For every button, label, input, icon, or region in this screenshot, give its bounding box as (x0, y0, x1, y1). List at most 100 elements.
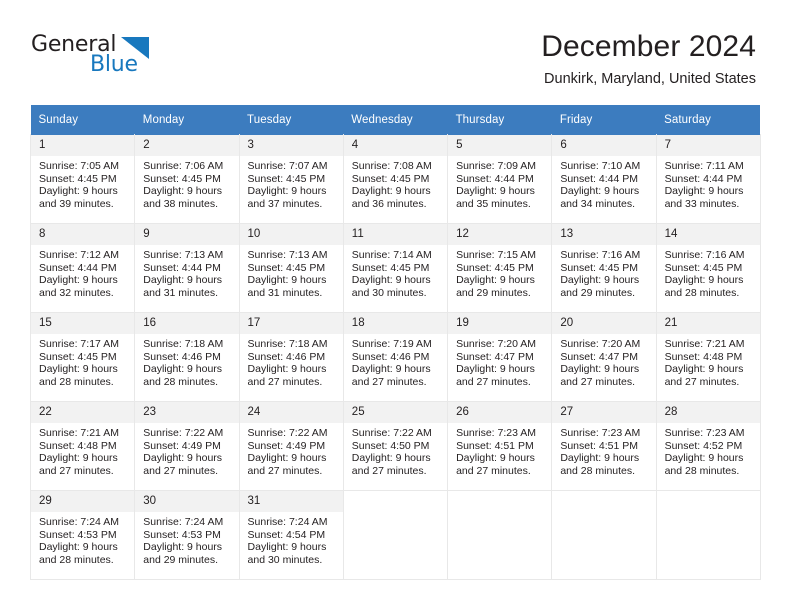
calendar-day-cell[interactable]: 9 Sunrise: 7:13 AM Sunset: 4:44 PM Daylight… (134, 223, 240, 313)
day-number: 26 (448, 402, 552, 423)
calendar-day-cell[interactable]: 27 Sunrise: 7:23 AM Sunset: 4:51 PM Dayligh… (551, 401, 657, 491)
sunset-time: Sunset: 4:45 PM (39, 172, 117, 185)
sunset-time: Sunset: 4:47 PM (456, 350, 534, 363)
calendar-day-cell[interactable]: 24 Sunrise: 7:22 AM Sunset: 4:49 PM Dayligh… (238, 401, 344, 491)
calendar-day-cell[interactable]: 1 Sunrise: 7:05 AM Sunset: 4:45 PM Daylight… (29, 134, 136, 224)
daylight-duration-line2: and 28 minutes. (664, 286, 740, 299)
calendar-day-cell[interactable]: 12 Sunrise: 7:15 AM Sunset: 4:45 PM Dayligh… (447, 223, 553, 313)
sunrise-time: Sunrise: 7:22 AM (247, 427, 328, 439)
calendar-day-cell[interactable]: 4 Sunrise: 7:08 AM Sunset: 4:45 PM Daylight… (342, 134, 449, 224)
day-details: Sunrise: 7:08 AM Sunset: 4:45 PM Daylight:… (344, 156, 447, 210)
calendar-day-cell[interactable]: 25 Sunrise: 7:22 AM Sunset: 4:50 PM Dayligh… (342, 401, 449, 491)
calendar-day-cell[interactable]: 26 Sunrise: 7:23 AM Sunset: 4:51 PM Dayligh… (447, 401, 553, 491)
day-number (448, 491, 552, 512)
calendar-day-cell[interactable]: 14 Sunrise: 7:16 AM Sunset: 4:45 PM Dayligh… (655, 223, 761, 313)
sunrise-time: Sunrise: 7:11 AM (664, 160, 744, 172)
day-details: Sunrise: 7:18 AM Sunset: 4:46 PM Daylight:… (240, 334, 343, 388)
daylight-duration-line2: and 29 minutes. (560, 286, 636, 299)
sunset-time: Sunset: 4:44 PM (664, 172, 743, 185)
calendar-day-cell[interactable]: 19 Sunrise: 7:20 AM Sunset: 4:47 PM Dayligh… (447, 312, 553, 402)
calendar-day-cell[interactable]: 3 Sunrise: 7:07 AM Sunset: 4:45 PM Daylight… (238, 134, 344, 224)
calendar-day-cell[interactable]: 23 Sunrise: 7:22 AM Sunset: 4:49 PM Dayligh… (134, 401, 240, 491)
sunset-time: Sunset: 4:49 PM (247, 439, 326, 452)
weekday-header-saturday: Saturday (656, 105, 761, 135)
sunset-time: Sunset: 4:46 PM (143, 350, 221, 363)
daylight-duration-line2: and 33 minutes. (664, 197, 740, 210)
daylight-duration-line1: Daylight: 9 hours (247, 541, 327, 554)
calendar-cell-empty (342, 490, 449, 580)
calendar-day-cell[interactable]: 8 Sunrise: 7:12 AM Sunset: 4:44 PM Daylight… (29, 223, 136, 313)
daylight-duration-line2: and 27 minutes. (456, 464, 531, 477)
sunrise-time: Sunrise: 7:16 AM (664, 249, 745, 261)
calendar-cell-empty (447, 490, 553, 580)
calendar-week-row: 29 Sunrise: 7:24 AM Sunset: 4:53 PM Dayligh… (29, 490, 761, 580)
daylight-duration-line2: and 29 minutes. (456, 286, 531, 299)
calendar-day-cell[interactable]: 22 Sunrise: 7:21 AM Sunset: 4:48 PM Dayligh… (29, 401, 136, 491)
day-number: 2 (135, 135, 239, 156)
calendar-day-cell[interactable]: 21 Sunrise: 7:21 AM Sunset: 4:48 PM Dayligh… (655, 312, 761, 402)
day-number: 16 (135, 313, 239, 334)
calendar-week-row: 22 Sunrise: 7:21 AM Sunset: 4:48 PM Dayligh… (29, 401, 761, 491)
sunset-time: Sunset: 4:46 PM (247, 350, 326, 363)
daylight-duration-line1: Daylight: 9 hours (456, 185, 535, 198)
sunrise-time: Sunrise: 7:18 AM (143, 338, 224, 350)
day-details: Sunrise: 7:10 AM Sunset: 4:44 PM Daylight:… (552, 156, 655, 210)
daylight-duration-line1: Daylight: 9 hours (39, 541, 118, 554)
weekday-header-thursday: Thursday (447, 105, 552, 135)
calendar-day-cell[interactable]: 20 Sunrise: 7:20 AM Sunset: 4:47 PM Dayligh… (551, 312, 657, 402)
calendar-day-cell[interactable]: 2 Sunrise: 7:06 AM Sunset: 4:45 PM Daylight… (134, 134, 240, 224)
day-details: Sunrise: 7:16 AM Sunset: 4:45 PM Daylight:… (552, 245, 655, 299)
sunset-time: Sunset: 4:45 PM (247, 172, 326, 185)
calendar-day-cell[interactable]: 15 Sunrise: 7:17 AM Sunset: 4:45 PM Dayligh… (29, 312, 136, 402)
sunset-time: Sunset: 4:44 PM (560, 172, 638, 185)
daylight-duration-line2: and 27 minutes. (351, 464, 427, 477)
sunset-time: Sunset: 4:54 PM (247, 528, 326, 541)
sunset-time: Sunset: 4:48 PM (39, 439, 117, 452)
day-details: Sunrise: 7:21 AM Sunset: 4:48 PM Daylight:… (657, 334, 760, 388)
calendar-day-cell[interactable]: 30 Sunrise: 7:24 AM Sunset: 4:53 PM Dayligh… (134, 490, 240, 580)
day-details: Sunrise: 7:20 AM Sunset: 4:47 PM Daylight:… (448, 334, 551, 388)
daylight-duration-line1: Daylight: 9 hours (560, 363, 640, 376)
calendar-day-cell[interactable]: 6 Sunrise: 7:10 AM Sunset: 4:44 PM Daylight… (551, 134, 657, 224)
daylight-duration-line2: and 29 minutes. (143, 553, 218, 566)
day-number (343, 491, 448, 512)
calendar-day-cell[interactable]: 17 Sunrise: 7:18 AM Sunset: 4:46 PM Dayligh… (238, 312, 344, 402)
day-details: Sunrise: 7:06 AM Sunset: 4:45 PM Daylight:… (135, 156, 238, 210)
calendar-day-cell[interactable]: 7 Sunrise: 7:11 AM Sunset: 4:44 PM Daylight… (655, 134, 761, 224)
daylight-duration-line1: Daylight: 9 hours (143, 541, 223, 554)
day-details: Sunrise: 7:14 AM Sunset: 4:45 PM Daylight:… (344, 245, 447, 299)
day-number: 22 (31, 402, 135, 423)
day-details: Sunrise: 7:17 AM Sunset: 4:45 PM Daylight:… (31, 334, 134, 388)
sunset-time: Sunset: 4:44 PM (143, 261, 221, 274)
calendar-day-cell[interactable]: 29 Sunrise: 7:24 AM Sunset: 4:53 PM Dayligh… (29, 490, 136, 580)
calendar-cell-empty (655, 490, 761, 580)
daylight-duration-line2: and 28 minutes. (560, 464, 636, 477)
day-details: Sunrise: 7:22 AM Sunset: 4:50 PM Daylight:… (344, 423, 447, 477)
sunset-time: Sunset: 4:52 PM (664, 439, 743, 452)
sunset-time: Sunset: 4:49 PM (143, 439, 221, 452)
weekday-header-friday: Friday (551, 105, 657, 135)
sunrise-time: Sunrise: 7:05 AM (39, 160, 119, 172)
calendar-day-cell[interactable]: 13 Sunrise: 7:16 AM Sunset: 4:45 PM Dayligh… (551, 223, 657, 313)
calendar-day-cell[interactable]: 5 Sunrise: 7:09 AM Sunset: 4:44 PM Daylight… (447, 134, 553, 224)
sunset-time: Sunset: 4:45 PM (143, 172, 221, 185)
calendar-day-cell[interactable]: 10 Sunrise: 7:13 AM Sunset: 4:45 PM Dayligh… (238, 223, 344, 313)
sunrise-time: Sunrise: 7:16 AM (560, 249, 641, 261)
calendar-day-cell[interactable]: 11 Sunrise: 7:14 AM Sunset: 4:45 PM Dayligh… (342, 223, 449, 313)
daylight-duration-line2: and 27 minutes. (39, 464, 114, 477)
day-details: Sunrise: 7:18 AM Sunset: 4:46 PM Daylight:… (135, 334, 238, 388)
daylight-duration-line1: Daylight: 9 hours (247, 363, 327, 376)
day-number: 14 (656, 224, 760, 245)
daylight-duration-line2: and 27 minutes. (456, 375, 531, 388)
sunrise-time: Sunrise: 7:10 AM (560, 160, 641, 172)
weekday-header-sunday: Sunday (30, 105, 135, 135)
calendar-day-cell[interactable]: 18 Sunrise: 7:19 AM Sunset: 4:46 PM Dayligh… (342, 312, 449, 402)
sunset-time: Sunset: 4:46 PM (351, 350, 430, 363)
calendar-day-cell[interactable]: 16 Sunrise: 7:18 AM Sunset: 4:46 PM Dayligh… (134, 312, 240, 402)
calendar-week-row: 1 Sunrise: 7:05 AM Sunset: 4:45 PM Daylight… (29, 134, 761, 224)
calendar-day-cell[interactable]: 28 Sunrise: 7:23 AM Sunset: 4:52 PM Dayligh… (655, 401, 761, 491)
calendar-day-cell[interactable]: 31 Sunrise: 7:24 AM Sunset: 4:54 PM Dayligh… (238, 490, 344, 580)
daylight-duration-line2: and 27 minutes. (247, 464, 323, 477)
general-blue-logo[interactable]: General Blue (31, 33, 231, 83)
daylight-duration-line1: Daylight: 9 hours (560, 274, 640, 287)
